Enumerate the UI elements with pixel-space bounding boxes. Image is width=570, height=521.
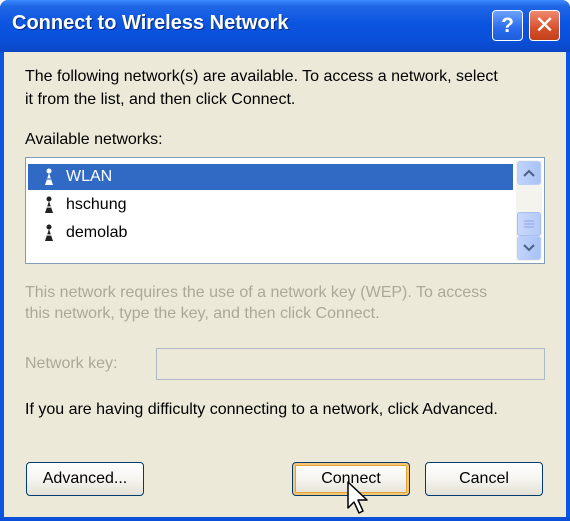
title-bar[interactable]: Connect to Wireless Network ? ✕ xyxy=(0,0,570,52)
intro-text-line-2: it from the list, and then click Connect… xyxy=(25,91,296,108)
antenna-icon xyxy=(40,196,58,214)
network-name: hschung xyxy=(66,196,127,213)
advanced-hint-text: If you are having difficulty connecting … xyxy=(25,401,498,418)
network-name: WLAN xyxy=(66,168,113,185)
window-frame-bottom xyxy=(0,517,570,521)
networks-listbox[interactable]: WLAN hschung demolab xyxy=(25,157,545,264)
close-icon: ✕ xyxy=(534,12,555,39)
wep-text-line-2: this network, type the key, and then cli… xyxy=(25,305,380,322)
network-name: demolab xyxy=(66,224,128,241)
cancel-button[interactable]: Cancel xyxy=(425,462,543,496)
chevron-up-icon xyxy=(523,169,535,177)
close-button[interactable]: ✕ xyxy=(529,10,560,41)
available-networks-label: Available networks: xyxy=(25,131,163,148)
advanced-button[interactable]: Advanced... xyxy=(26,462,144,496)
wep-text-line-1: This network requires the use of a netwo… xyxy=(25,284,488,301)
antenna-icon xyxy=(40,224,58,242)
scroll-down-button[interactable] xyxy=(517,236,541,260)
network-key-label: Network key: xyxy=(25,355,118,372)
network-item-hschung[interactable]: hschung xyxy=(28,192,513,218)
mouse-cursor-icon xyxy=(347,481,368,514)
help-button[interactable]: ? xyxy=(492,10,523,41)
scroll-thumb[interactable] xyxy=(517,212,541,236)
vertical-scrollbar[interactable] xyxy=(516,160,542,261)
window-title: Connect to Wireless Network xyxy=(12,12,289,34)
network-key-input[interactable] xyxy=(156,348,545,380)
network-item-wlan[interactable]: WLAN xyxy=(28,164,513,190)
grip-icon xyxy=(524,220,534,228)
network-item-demolab[interactable]: demolab xyxy=(28,220,513,246)
help-icon: ? xyxy=(501,13,514,37)
dialog-window: Connect to Wireless Network ? ✕ The foll… xyxy=(0,0,570,521)
dialog-body: The following network(s) are available. … xyxy=(4,52,566,517)
antenna-icon xyxy=(40,168,58,186)
intro-text-line-1: The following network(s) are available. … xyxy=(25,68,498,85)
chevron-down-icon xyxy=(523,244,535,252)
scroll-up-button[interactable] xyxy=(517,161,541,185)
